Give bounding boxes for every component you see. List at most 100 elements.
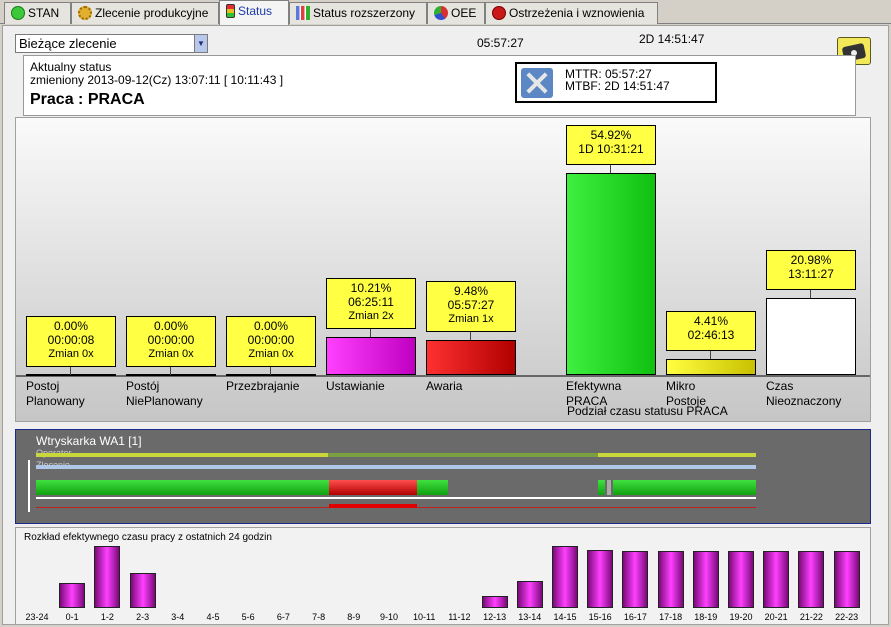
chart-bar: [766, 297, 856, 375]
traffic-light-icon: [226, 4, 235, 18]
chart-duration: 13:11:27: [788, 266, 834, 281]
chart-data-label: 9.48% 05:57:27 Zmian 1x: [426, 281, 516, 333]
state-segment-praca: [613, 480, 756, 495]
state-segment-microstop: [607, 480, 611, 495]
total-duration: 2D 14:51:47: [639, 32, 705, 46]
chart-axis-tick: [270, 367, 271, 375]
hour-label: 9-10: [379, 612, 398, 622]
status-panel: Bieżące zlecenie ▼ 05:57:27 2D 14:51:47 …: [2, 25, 889, 625]
chart-data-label: 20.98% 13:11:27: [766, 249, 856, 290]
hour-bar: [657, 550, 684, 608]
chart-changes: Zmian 1x: [448, 313, 494, 326]
hour-label: 21-22: [799, 612, 823, 622]
chart-bar: [26, 374, 116, 376]
tab-stan[interactable]: STAN: [4, 2, 71, 24]
chart-data-label: 4.41% 02:46:13: [666, 310, 756, 351]
chart-data-label: 10.21% 06:25:11 Zmian 2x: [326, 278, 416, 330]
hour-label: 18-19: [694, 612, 718, 622]
chart-pct: 0.00%: [53, 319, 89, 333]
hour-label: 14-15: [553, 612, 577, 622]
tab-oee[interactable]: OEE: [427, 2, 485, 24]
state-segment-praca: [417, 480, 448, 495]
hour-label: 15-16: [588, 612, 612, 622]
chart-duration: 02:46:13: [687, 327, 735, 342]
hour-label: 11-12: [448, 612, 471, 622]
hour-label: 6-7: [276, 612, 290, 622]
hour-label: 20-21: [764, 612, 788, 622]
chart-data-label: 0.00% 00:00:00 Zmian 0x: [226, 316, 316, 367]
chart-duration: 00:00:00: [147, 333, 195, 347]
chart-axis-tick: [610, 165, 611, 173]
hour-bar: [552, 546, 578, 608]
chart-data-label: 54.92% 1D 10:31:21: [566, 125, 656, 165]
tab-label: OEE: [451, 6, 477, 20]
tab-label: Status: [238, 4, 273, 18]
state-segment-awaria: [329, 480, 417, 495]
chart-axis-tick: [470, 332, 471, 341]
effective-time-distribution: Rozkład efektywnego czasu pracy z ostatn…: [15, 527, 871, 625]
chart-duration: 05:57:27: [447, 298, 495, 313]
hour-bar: [94, 546, 121, 608]
operator-track-segment: [328, 453, 598, 457]
hour-bar: [129, 572, 156, 608]
chart-category-label: Czas Nieoznaczony: [766, 379, 842, 408]
state-segment-praca: [36, 480, 329, 495]
chart-bar: [326, 337, 416, 375]
chart-axis-tick: [170, 367, 171, 375]
chart-category-label: Postoj Planowany: [26, 379, 85, 408]
hour-bar: [59, 583, 86, 608]
chart-pct: 0.00%: [253, 319, 289, 333]
chart-pct: 9.48%: [453, 284, 489, 299]
hour-label: 10-11: [413, 612, 436, 622]
hour-label: 5-6: [241, 612, 255, 622]
order-select[interactable]: Bieżące zlecenie ▼: [15, 34, 208, 53]
hour-label: 0-1: [65, 612, 79, 622]
chart-duration: 1D 10:31:21: [578, 142, 644, 156]
hour-bar: [833, 550, 860, 608]
status-heading: Aktualny status: [30, 60, 112, 74]
hour-bar: [587, 550, 614, 608]
chart-axis-tick: [70, 367, 71, 375]
green-circle-icon: [11, 6, 25, 20]
chart-duration: 00:00:08: [47, 333, 95, 347]
chart-category-label: Przezbrajanie: [226, 379, 300, 393]
chart-category-label: Postój NiePlanowany: [126, 379, 203, 408]
hour-label: 19-20: [729, 612, 753, 622]
timeline-start-marker: [28, 460, 30, 512]
mttr-mtbf-box: MTTR: 05:57:27 MTBF: 2D 14:51:47: [515, 62, 717, 103]
alert-icon: [492, 6, 506, 20]
chart-duration: 06:25:11: [348, 295, 394, 310]
chart-category-label: Awaria: [426, 379, 463, 393]
mtbf-value: MTBF: 2D 14:51:47: [565, 79, 670, 93]
tab-ostrzezenia[interactable]: Ostrzeżenia i wznowienia: [485, 2, 658, 24]
status-time-chart: Podział czasu statusu PRACA 0.00% 00:00:0…: [15, 117, 871, 422]
chart-bar: [226, 374, 316, 376]
tab-status-rozszerzony[interactable]: Status rozszerzony: [289, 2, 427, 24]
hour-label: 4-5: [206, 612, 220, 622]
hour-bar: [516, 581, 543, 608]
chart-bar: [126, 374, 216, 376]
chart-category-label: Efektywna PRACA: [566, 379, 622, 408]
hour-bar: [481, 595, 508, 608]
state-segment-praca: [598, 480, 605, 495]
tab-label: STAN: [28, 6, 60, 20]
hour-label: 1-2: [100, 612, 114, 622]
hour-bar: [692, 550, 719, 608]
order-track: [36, 465, 756, 469]
hour-bar: [763, 550, 790, 608]
tab-zlecenie-produkcyjne[interactable]: Zlecenie produkcyjne: [71, 2, 219, 24]
tab-status[interactable]: Status: [219, 0, 289, 25]
chart-category-label: Ustawianie: [326, 379, 385, 393]
hour-label: 16-17: [623, 612, 647, 622]
hour-label: 12-13: [483, 612, 507, 622]
hour-bar: [798, 550, 825, 608]
hour-bar: [728, 550, 754, 608]
chart-duration: 00:00:00: [247, 333, 295, 347]
chart-changes: Zmian 0x: [148, 348, 194, 360]
bar-chart-icon: [296, 6, 310, 20]
chart-pct: 54.92%: [590, 128, 632, 142]
machine-name: Wtryskarka WA1 [1]: [36, 434, 142, 448]
chevron-down-icon[interactable]: ▼: [194, 35, 207, 52]
hour-label: 13-14: [518, 612, 542, 622]
distribution-title: Rozkład efektywnego czasu pracy z ostatn…: [24, 532, 272, 543]
